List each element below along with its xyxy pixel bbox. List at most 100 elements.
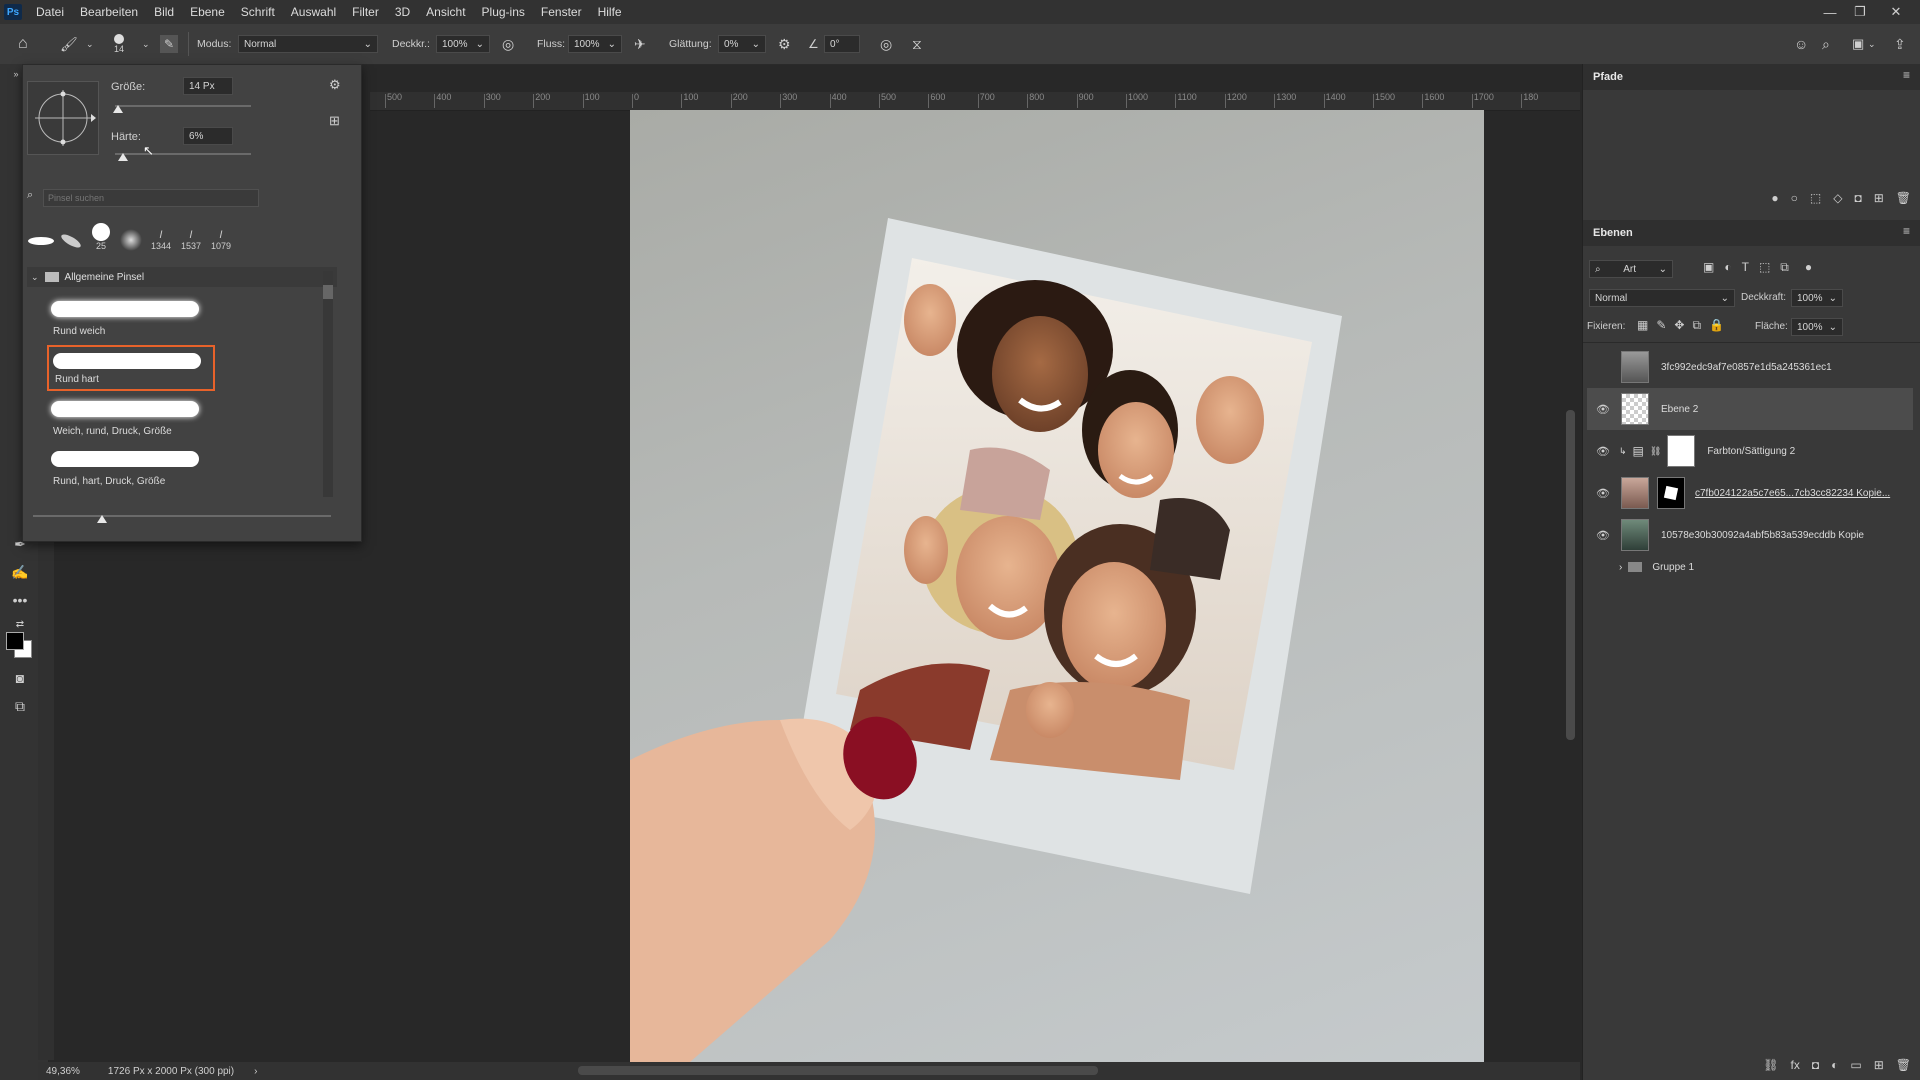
brush-angle-preview[interactable]	[27, 81, 99, 155]
pressure-opacity-icon[interactable]: ◎	[502, 24, 514, 64]
menu-filter[interactable]: Filter	[344, 5, 387, 19]
image-filter-icon[interactable]: ▣	[1703, 260, 1714, 275]
gear-icon[interactable]: ⚙	[778, 24, 791, 64]
close-icon[interactable]: ✕	[1882, 0, 1910, 24]
deckkraft-field[interactable]: 100% ⌄	[436, 24, 490, 64]
menu-hilfe[interactable]: Hilfe	[590, 5, 630, 19]
brush-list-scrollbar[interactable]	[323, 271, 333, 497]
blend-mode-select[interactable]: Normal ⌄	[1589, 289, 1735, 307]
foreground-color-swatch[interactable]	[6, 632, 24, 650]
link-layers-icon[interactable]: ⛓	[1763, 1058, 1778, 1072]
chevron-down-icon[interactable]: ⌄	[86, 24, 94, 64]
menu-bearbeiten[interactable]: Bearbeiten	[72, 5, 146, 19]
scrollbar-thumb[interactable]	[323, 285, 333, 299]
layer-row[interactable]: 👁 ↳ ▤ ⛓ Farbton/Sättigung 2	[1587, 430, 1913, 472]
recent-brush-4[interactable]	[117, 221, 145, 251]
adjustment-filter-icon[interactable]: ◐	[1724, 260, 1731, 275]
menu-bild[interactable]: Bild	[146, 5, 182, 19]
layer-row[interactable]: 👁 c7fb024122a5c7e65...7cb3cc82234 Kopie.…	[1587, 472, 1913, 514]
workspace-icon[interactable]: ▣	[1852, 24, 1864, 64]
chevron-right-icon[interactable]: ›	[1619, 562, 1622, 573]
recent-brush-7[interactable]: 𝐼 1079	[207, 221, 235, 251]
lock-position-icon[interactable]: ✥	[1674, 318, 1684, 333]
recent-brush-2[interactable]	[57, 221, 85, 251]
share-user-icon[interactable]: ☺	[1794, 24, 1808, 64]
hardness-slider-handle[interactable]	[118, 153, 129, 161]
brush-rund-hart-druck[interactable]: Rund, hart, Druck, Größe	[47, 445, 215, 491]
pressure-size-icon[interactable]: ◎	[880, 24, 892, 64]
lock-pixels-icon[interactable]: ✎	[1656, 318, 1666, 333]
modus-select[interactable]: Normal ⌄	[238, 24, 378, 64]
recent-brush-3[interactable]: 25	[87, 221, 115, 251]
text-filter-icon[interactable]: T	[1742, 260, 1749, 275]
lock-artboard-icon[interactable]: ⧉	[1692, 318, 1701, 333]
more-tools-icon[interactable]: •••	[8, 590, 32, 610]
menu-plugins[interactable]: Plug-ins	[474, 5, 533, 19]
new-preset-icon[interactable]: ⊞	[329, 113, 340, 129]
lock-transparency-icon[interactable]: ▦	[1637, 318, 1648, 333]
recent-brush-5[interactable]: 𝐼 1344	[147, 221, 175, 251]
airbrush-icon[interactable]: ✈	[634, 24, 646, 64]
symmetry-icon[interactable]: ⧖	[912, 24, 922, 64]
preview-size-handle[interactable]	[97, 515, 107, 523]
hardness-slider-track[interactable]	[115, 153, 251, 155]
fill-field[interactable]: 100% ⌄	[1791, 318, 1843, 336]
chevron-down-icon[interactable]: ⌄	[1868, 24, 1876, 64]
new-layer-icon[interactable]: ⊞	[1874, 1058, 1884, 1072]
size-field[interactable]: 14 Px	[183, 77, 233, 95]
fx-icon[interactable]: fx	[1791, 1058, 1800, 1072]
brush-rund-hart[interactable]: Rund hart	[47, 345, 215, 391]
gear-icon[interactable]: ⚙	[329, 77, 341, 93]
eye-icon[interactable]: 👁	[1595, 445, 1611, 458]
size-slider-track[interactable]	[115, 105, 251, 107]
glaettung-field[interactable]: 0% ⌄	[718, 24, 766, 64]
zoom-level[interactable]: 49,36%	[46, 1066, 80, 1077]
fluss-field[interactable]: 100% ⌄	[568, 24, 622, 64]
layer-group-row[interactable]: › Gruppe 1	[1587, 552, 1913, 582]
opacity-field[interactable]: 100% ⌄	[1791, 289, 1843, 307]
preview-size-slider[interactable]	[33, 515, 331, 517]
load-selection-icon[interactable]: ⬚	[1810, 191, 1821, 205]
chevron-down-icon[interactable]: ⌄	[142, 24, 150, 64]
menu-schrift[interactable]: Schrift	[233, 5, 283, 19]
layer-row[interactable]: 👁 10578e30b30092a4abf5b83a539ecddb Kopie	[1587, 514, 1913, 556]
panel-menu-icon[interactable]: ≡	[1903, 68, 1910, 82]
eye-icon[interactable]: 👁	[1595, 403, 1611, 416]
quick-mask-icon[interactable]: ◙	[8, 668, 32, 688]
menu-ansicht[interactable]: Ansicht	[418, 5, 473, 19]
hardness-field[interactable]: 6%	[183, 127, 233, 145]
trash-icon[interactable]: 🗑	[1896, 1058, 1911, 1072]
brush-tool-icon[interactable]: 🖌	[60, 24, 78, 64]
new-path-icon[interactable]: ⊞	[1874, 191, 1884, 205]
menu-auswahl[interactable]: Auswahl	[283, 5, 344, 19]
add-mask-icon[interactable]: ◘	[1854, 191, 1861, 205]
minimize-icon[interactable]: —	[1816, 0, 1844, 24]
panel-menu-icon[interactable]: ≡	[1903, 224, 1910, 238]
shape-filter-icon[interactable]: ⬚	[1759, 260, 1770, 275]
layer-row-selected[interactable]: 👁 Ebene 2	[1587, 388, 1913, 430]
swap-colors-icon[interactable]: ⇄	[8, 614, 32, 634]
fill-path-icon[interactable]: ●	[1771, 191, 1778, 205]
document-canvas[interactable]	[630, 110, 1484, 1062]
angle-field[interactable]: 0°	[824, 24, 860, 64]
brush-preset-picker[interactable]: 14	[114, 24, 124, 64]
horizontal-scrollbar[interactable]	[578, 1066, 1098, 1075]
tab-ebenen[interactable]: Ebenen	[1593, 227, 1633, 239]
size-slider-handle[interactable]	[112, 105, 123, 113]
recent-brush-1[interactable]	[27, 221, 55, 251]
recent-brush-6[interactable]: 𝐼 1537	[177, 221, 205, 251]
vertical-scrollbar[interactable]	[1566, 410, 1575, 740]
menu-fenster[interactable]: Fenster	[533, 5, 590, 19]
trash-icon[interactable]: 🗑	[1896, 191, 1911, 205]
menu-ebene[interactable]: Ebene	[182, 5, 233, 19]
screen-mode-icon[interactable]: ⧉	[8, 696, 32, 716]
filter-toggle-icon[interactable]: ●	[1805, 260, 1812, 275]
brush-weich-rund-druck[interactable]: Weich, rund, Druck, Größe	[47, 395, 215, 441]
new-group-icon[interactable]: ▭	[1850, 1058, 1861, 1072]
brush-search-input[interactable]	[43, 189, 259, 207]
brush-tool-icon[interactable]: ✍	[8, 562, 32, 582]
lock-all-icon[interactable]: 🔒	[1709, 318, 1724, 333]
restore-icon[interactable]: ❐	[1846, 0, 1874, 24]
brush-settings-toggle[interactable]: ✎	[160, 24, 178, 64]
share-icon[interactable]: ⇪	[1894, 24, 1906, 64]
